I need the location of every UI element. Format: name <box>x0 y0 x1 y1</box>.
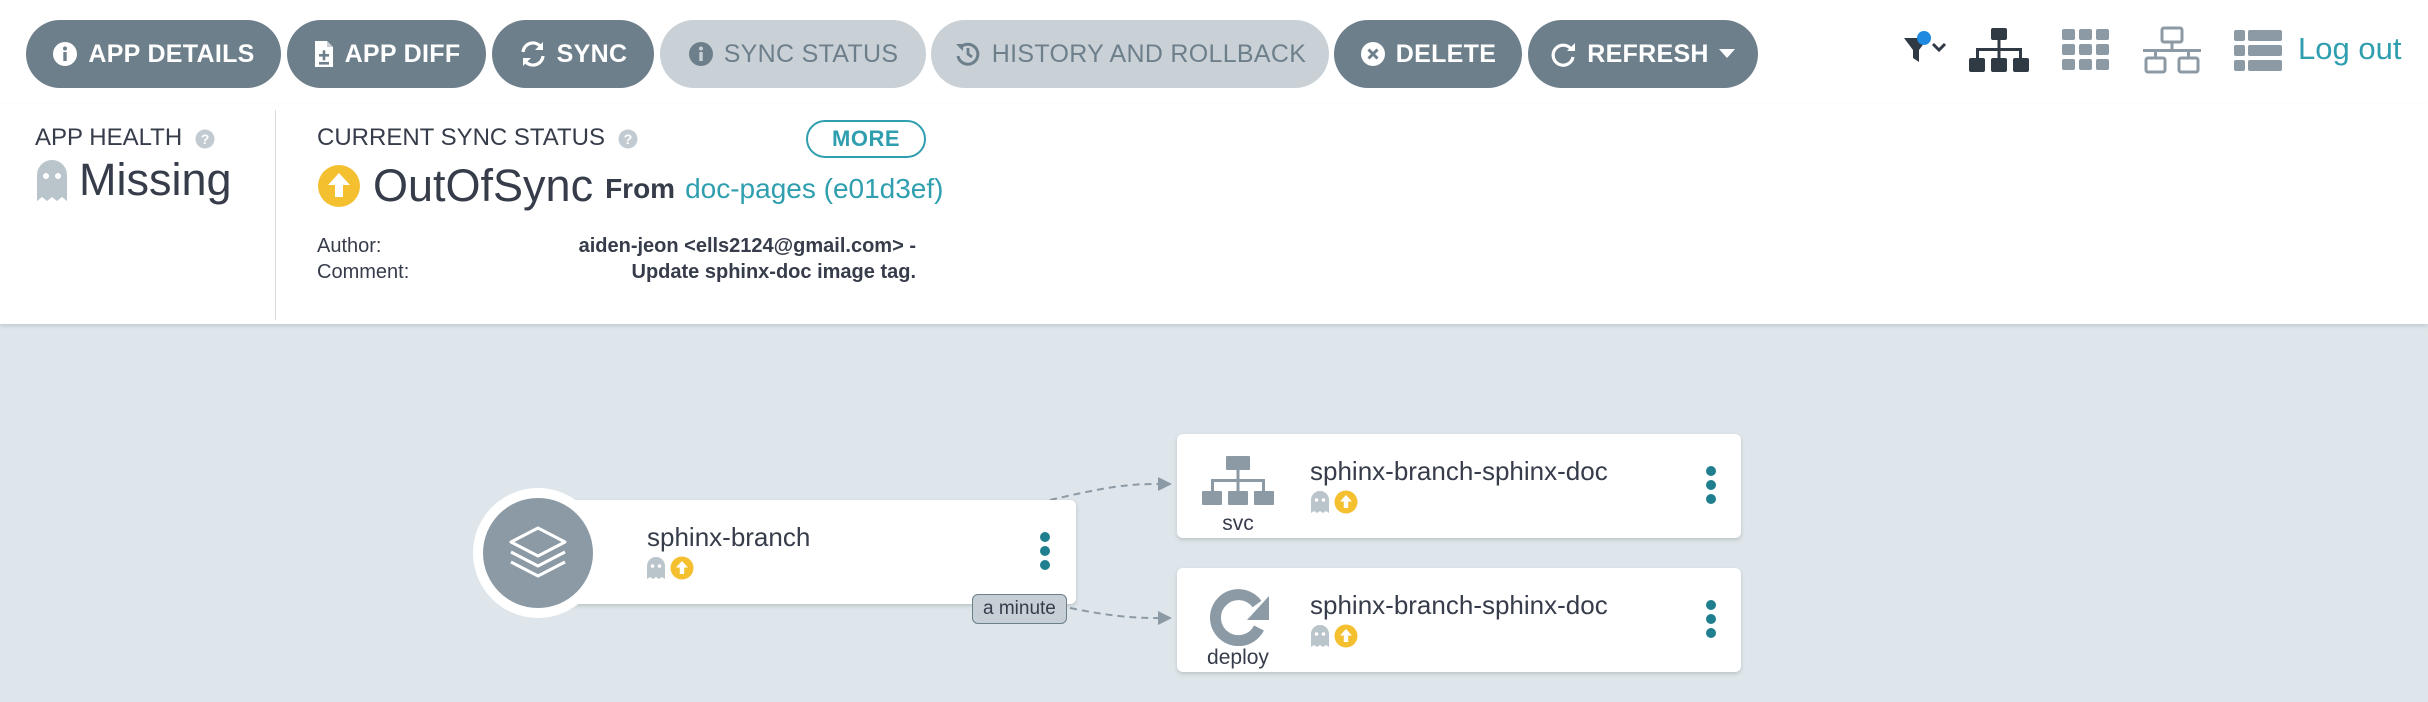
sync-status-value: OutOfSync From doc-pages (e01d3ef) <box>317 160 943 212</box>
edge-arrowhead <box>1158 477 1172 491</box>
layers-icon <box>509 526 567 578</box>
question-circle-icon[interactable]: ? <box>618 129 638 149</box>
svc-kind-label: svc <box>1222 512 1254 535</box>
deployment-icon <box>1210 589 1269 646</box>
comment-value: Update sphinx-doc image tag. <box>631 261 916 283</box>
deploy-node[interactable]: deploy sphinx-branch-sphinx-doc <box>1177 568 1741 672</box>
app-node-status-icons <box>646 556 698 580</box>
app-health-value: Missing <box>35 154 232 206</box>
app-node-menu-button[interactable] <box>1038 532 1052 574</box>
info-circle-icon <box>53 42 78 66</box>
app-health-label: APP HEALTH <box>35 124 183 151</box>
ghost-icon <box>1311 625 1329 647</box>
author-value: aiden-jeon <ells2124@gmail.com> - <box>578 235 916 257</box>
filter-icon[interactable] <box>1902 30 1950 70</box>
svc-node-menu-button[interactable] <box>1704 466 1718 508</box>
app-diff-button[interactable]: APP DIFF <box>287 20 486 88</box>
comment-key: Comment: <box>317 261 410 283</box>
panel-divider <box>275 110 276 320</box>
refresh-label: REFRESH <box>1587 39 1709 68</box>
app-details-button[interactable]: APP DETAILS <box>26 20 281 88</box>
delete-label: DELETE <box>1395 39 1497 68</box>
delete-button[interactable]: DELETE <box>1334 20 1522 88</box>
sync-arrows-icon <box>521 41 545 67</box>
sync-label: SYNC <box>556 39 628 68</box>
service-icon <box>1202 456 1274 505</box>
app-details-label: APP DETAILS <box>88 39 255 68</box>
arrow-circle-up-icon <box>670 556 694 580</box>
edge-to-svc <box>1049 483 1159 501</box>
arrow-circle-up-icon <box>1334 624 1358 648</box>
author-key: Author: <box>317 235 382 257</box>
svc-node[interactable]: svc sphinx-branch-sphinx-doc <box>1177 434 1741 538</box>
edge-arrowhead <box>1158 611 1172 625</box>
deploy-node-name: sphinx-branch-sphinx-doc <box>1310 590 1608 620</box>
deploy-kind-label: deploy <box>1207 646 1269 669</box>
edge-to-deploy <box>1069 607 1159 619</box>
app-node-name: sphinx-branch <box>647 522 811 552</box>
top-toolbar: APP DETAILS APP DIFF SYNC SYNC STATUS HI… <box>0 0 2428 104</box>
history-rollback-label: HISTORY AND ROLLBACK <box>991 39 1307 68</box>
deploy-node-status-icons <box>1310 624 1362 648</box>
history-rollback-button[interactable]: HISTORY AND ROLLBACK <box>931 20 1329 88</box>
info-circle-icon <box>688 42 713 66</box>
app-node-circle[interactable] <box>473 488 603 618</box>
app-node-circle-inner <box>483 498 593 608</box>
logout-link[interactable]: Log out <box>2298 31 2401 67</box>
ghost-icon <box>1311 491 1329 513</box>
history-icon <box>955 42 980 66</box>
network-view-icon[interactable] <box>2141 26 2203 76</box>
deploy-node-menu-button[interactable] <box>1704 600 1718 642</box>
caret-down-icon <box>1718 49 1735 58</box>
grid-view-icon[interactable] <box>2061 26 2111 74</box>
list-view-icon[interactable] <box>2233 26 2283 74</box>
sync-status-button[interactable]: SYNC STATUS <box>660 20 926 88</box>
question-circle-icon[interactable]: ? <box>195 129 215 149</box>
age-badge: a minute <box>972 594 1067 624</box>
sync-status-label: SYNC STATUS <box>723 39 899 68</box>
revision-link[interactable]: doc-pages (e01d3ef) <box>685 173 943 205</box>
app-health-heading: APP HEALTH ? <box>35 124 215 152</box>
sync-button[interactable]: SYNC <box>492 20 654 88</box>
from-label: From <box>605 173 676 204</box>
arrow-circle-up-icon <box>1334 490 1358 514</box>
ghost-icon <box>647 557 665 579</box>
arrow-circle-up-icon <box>318 165 360 207</box>
sync-status-text: OutOfSync <box>373 160 594 211</box>
resource-graph: sphinx-branch a minute svc sphinx-branch… <box>0 324 2428 702</box>
more-button[interactable]: MORE <box>806 120 926 158</box>
ghost-icon <box>37 160 67 201</box>
svc-node-status-icons <box>1310 490 1362 514</box>
tree-view-icon[interactable] <box>1968 26 2030 76</box>
times-circle-icon <box>1360 42 1385 66</box>
app-diff-label: APP DIFF <box>344 39 461 68</box>
status-panel: APP HEALTH ? Missing CURRENT SYNC STATUS… <box>0 104 2428 324</box>
svg-text:?: ? <box>623 131 632 147</box>
svc-node-name: sphinx-branch-sphinx-doc <box>1310 456 1608 486</box>
svg-text:?: ? <box>201 131 210 147</box>
refresh-button[interactable]: REFRESH <box>1528 20 1758 88</box>
app-node[interactable]: sphinx-branch <box>540 500 1076 604</box>
sync-status-heading: CURRENT SYNC STATUS ? <box>317 124 638 152</box>
file-diff-icon <box>314 41 333 67</box>
redo-icon <box>1551 43 1576 67</box>
current-sync-status-label: CURRENT SYNC STATUS <box>317 124 606 151</box>
health-status-text: Missing <box>79 154 232 205</box>
